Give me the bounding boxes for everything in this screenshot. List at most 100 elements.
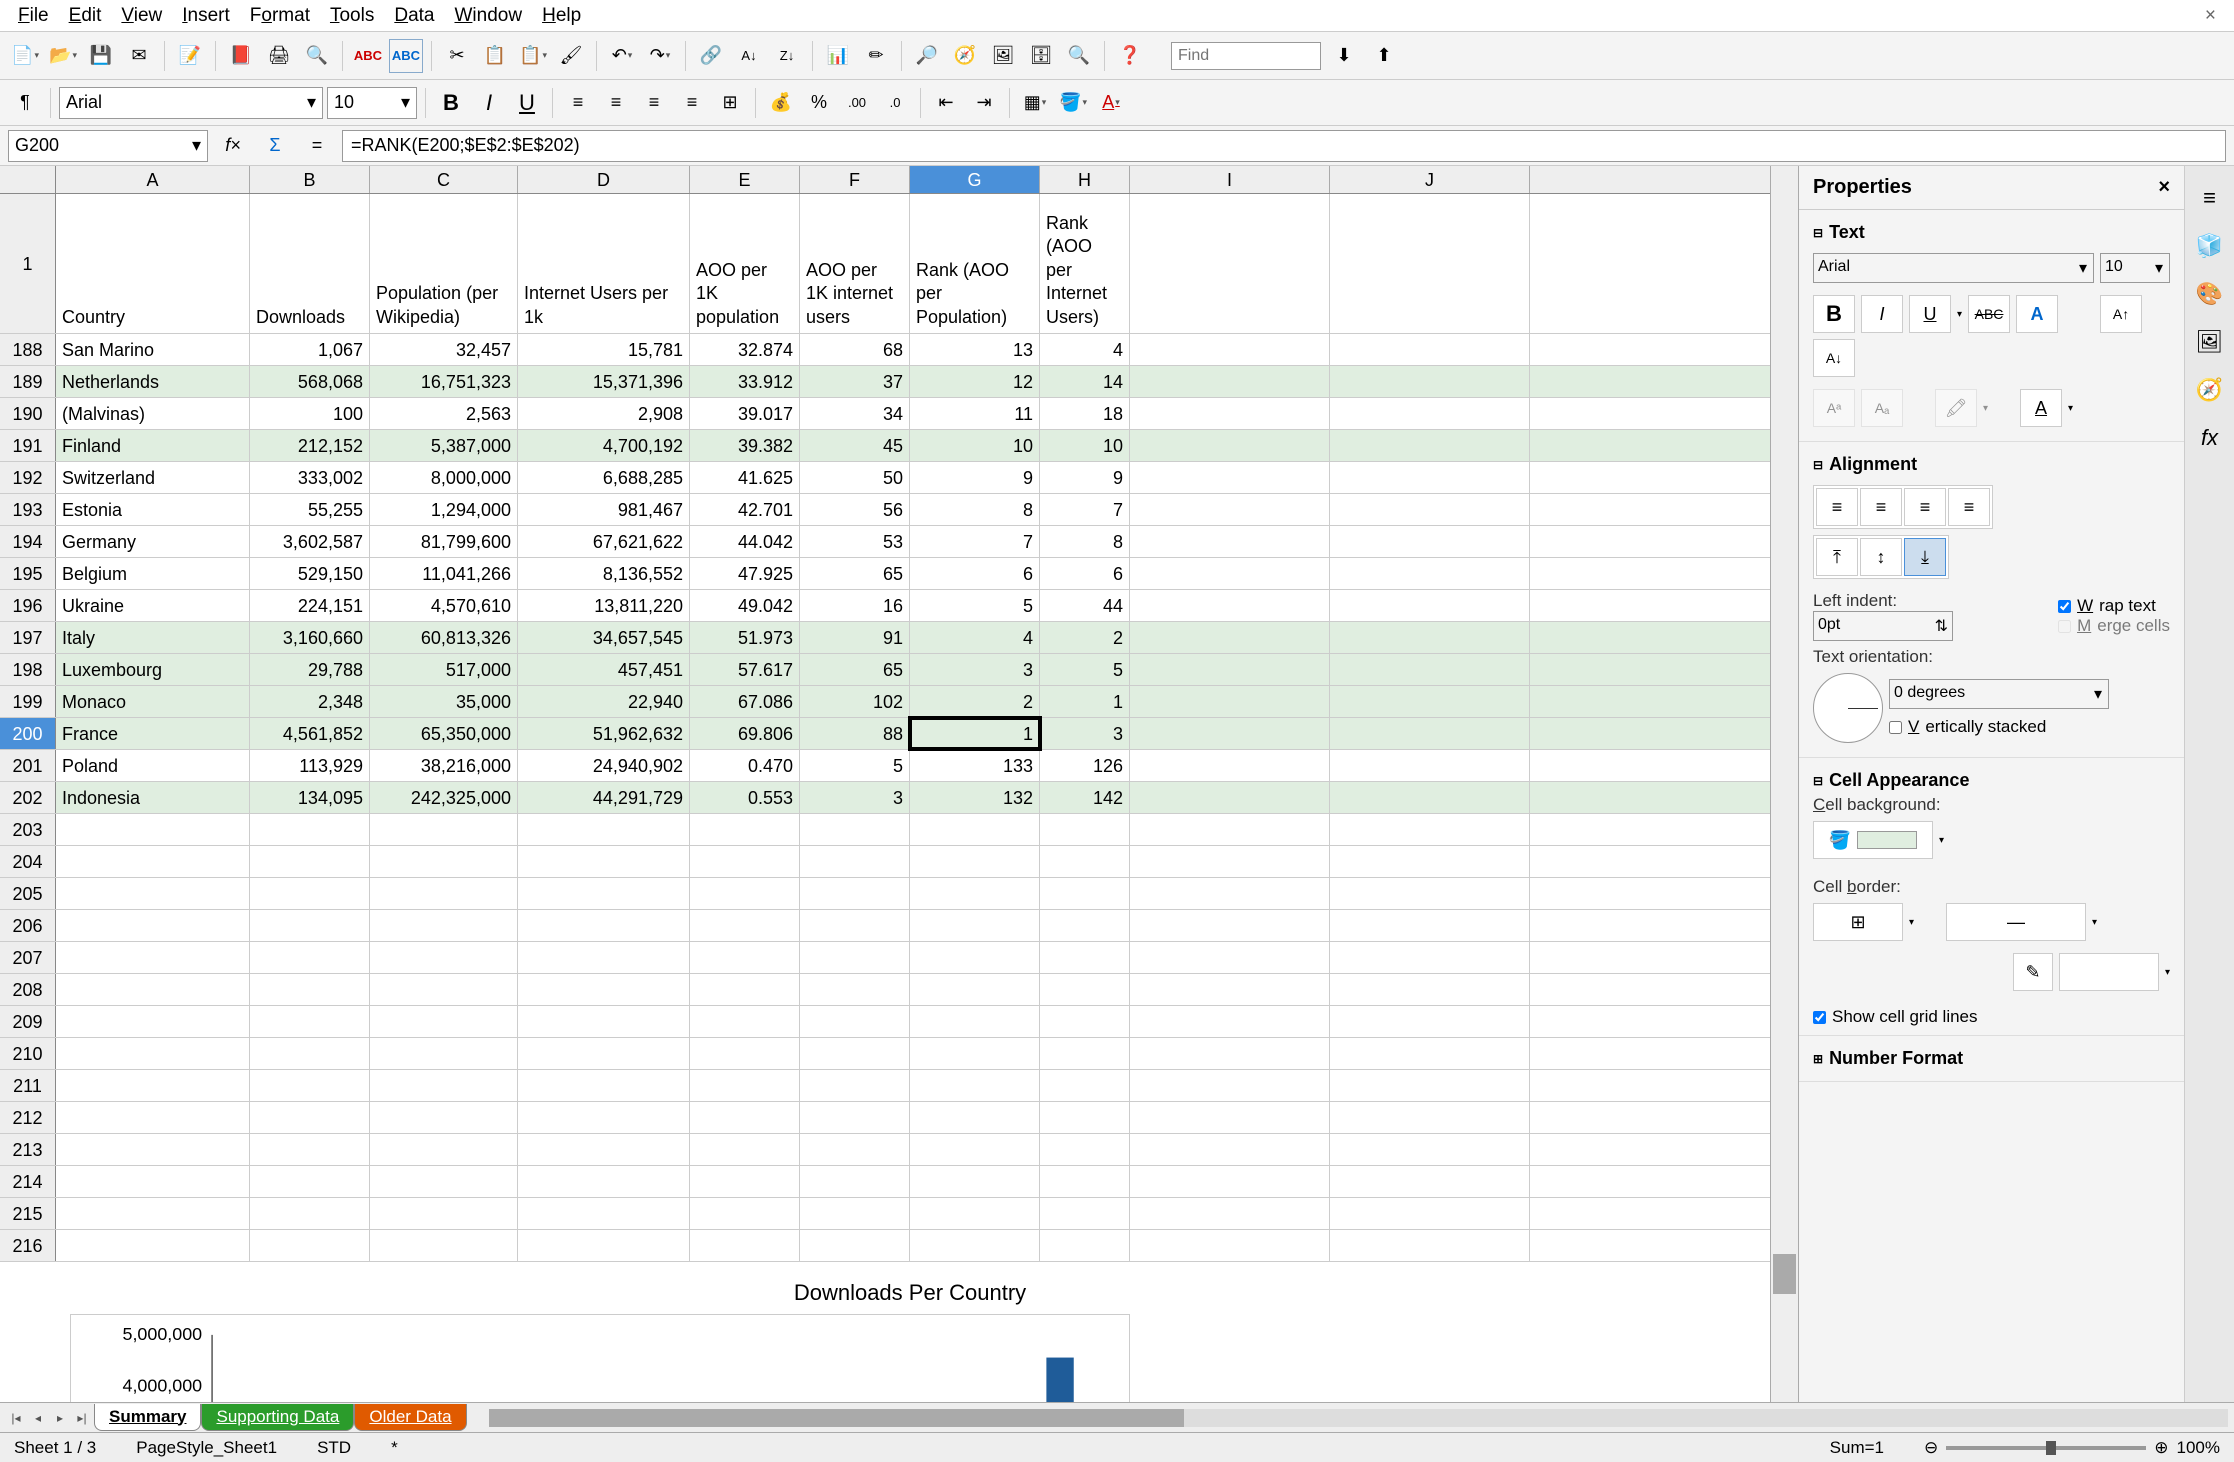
column-header-B[interactable]: B [250, 166, 370, 193]
sum-button[interactable]: Σ [258, 129, 292, 163]
cell-D202[interactable]: 44,291,729 [518, 782, 690, 813]
cell-G212[interactable] [910, 1102, 1040, 1133]
cell-I188[interactable] [1130, 334, 1330, 365]
row-header-207[interactable]: 207 [0, 942, 56, 973]
row-header-1[interactable]: 1 [0, 194, 56, 333]
cell-F200[interactable]: 88 [800, 718, 910, 749]
indent-spinner[interactable]: 0pt⇅ [1813, 611, 1953, 641]
sidebar-switch-icon[interactable]: ≡ [2192, 180, 2228, 216]
cell-F191[interactable]: 45 [800, 430, 910, 461]
menu-window[interactable]: Window [444, 1, 532, 31]
cell-I200[interactable] [1130, 718, 1330, 749]
cell-D203[interactable] [518, 814, 690, 845]
page-style-label[interactable]: PageStyle_Sheet1 [136, 1438, 277, 1458]
cell-C190[interactable]: 2,563 [370, 398, 518, 429]
spreadsheet-grid[interactable]: ABCDEFGHIJ1CountryDownloadsPopulation (p… [0, 166, 1770, 1402]
orientation-dial[interactable] [1813, 673, 1883, 743]
cell-G196[interactable]: 5 [910, 590, 1040, 621]
cell-B212[interactable] [250, 1102, 370, 1133]
sort-asc-button[interactable]: A↓ [732, 39, 766, 73]
sb-valign-bottom[interactable]: ⤓ [1904, 538, 1946, 576]
cell-A190[interactable]: (Malvinas) [56, 398, 250, 429]
cell-J207[interactable] [1330, 942, 1530, 973]
cell-E199[interactable]: 67.086 [690, 686, 800, 717]
row-header-206[interactable]: 206 [0, 910, 56, 941]
cell-A214[interactable] [56, 1166, 250, 1197]
cell-F194[interactable]: 53 [800, 526, 910, 557]
cell-G197[interactable]: 4 [910, 622, 1040, 653]
cell-F207[interactable] [800, 942, 910, 973]
cell-D199[interactable]: 22,940 [518, 686, 690, 717]
cell-D215[interactable] [518, 1198, 690, 1229]
cell-A213[interactable] [56, 1134, 250, 1165]
redo-button[interactable]: ↷ [643, 39, 677, 73]
column-header-A[interactable]: A [56, 166, 250, 193]
header-cell[interactable]: Population (per Wikipedia) [370, 194, 518, 333]
cell-H206[interactable] [1040, 910, 1130, 941]
menu-format[interactable]: Format [240, 1, 320, 31]
row-header-195[interactable]: 195 [0, 558, 56, 589]
cell-D193[interactable]: 981,467 [518, 494, 690, 525]
print-button[interactable]: 🖨 [262, 39, 296, 73]
copy-button[interactable]: 📋 [478, 39, 512, 73]
cell-I193[interactable] [1130, 494, 1330, 525]
cell-C198[interactable]: 517,000 [370, 654, 518, 685]
cell-E203[interactable] [690, 814, 800, 845]
row-header-188[interactable]: 188 [0, 334, 56, 365]
cell-G209[interactable] [910, 1006, 1040, 1037]
cell-B204[interactable] [250, 846, 370, 877]
cell-E200[interactable]: 69.806 [690, 718, 800, 749]
row-header-193[interactable]: 193 [0, 494, 56, 525]
horizontal-scrollbar[interactable] [489, 1409, 2228, 1427]
cell-D213[interactable] [518, 1134, 690, 1165]
header-cell[interactable]: AOO per 1K population [690, 194, 800, 333]
row-header-200[interactable]: 200 [0, 718, 56, 749]
cell-A194[interactable]: Germany [56, 526, 250, 557]
column-header-H[interactable]: H [1040, 166, 1130, 193]
cell-G216[interactable] [910, 1230, 1040, 1261]
accept-formula-button[interactable]: = [300, 129, 334, 163]
cell-A192[interactable]: Switzerland [56, 462, 250, 493]
cell-J195[interactable] [1330, 558, 1530, 589]
cell-B190[interactable]: 100 [250, 398, 370, 429]
cell-B206[interactable] [250, 910, 370, 941]
cell-E198[interactable]: 57.617 [690, 654, 800, 685]
cell-F215[interactable] [800, 1198, 910, 1229]
header-cell[interactable]: Internet Users per 1k [518, 194, 690, 333]
cell-H189[interactable]: 14 [1040, 366, 1130, 397]
cell-H194[interactable]: 8 [1040, 526, 1130, 557]
cell-B188[interactable]: 1,067 [250, 334, 370, 365]
spellcheck-button[interactable]: ABC [351, 39, 385, 73]
cell-B189[interactable]: 568,068 [250, 366, 370, 397]
cell-G203[interactable] [910, 814, 1040, 845]
cell-B205[interactable] [250, 878, 370, 909]
edit-mode-button[interactable]: 📝 [173, 39, 207, 73]
cell-J206[interactable] [1330, 910, 1530, 941]
align-right-button[interactable]: ≡ [637, 86, 671, 120]
cell-B199[interactable]: 2,348 [250, 686, 370, 717]
row-header-189[interactable]: 189 [0, 366, 56, 397]
cell-I195[interactable] [1130, 558, 1330, 589]
find-next-button[interactable]: ⬇ [1327, 39, 1361, 73]
styles-button[interactable]: ¶ [8, 86, 42, 120]
export-pdf-button[interactable]: 📕 [224, 39, 258, 73]
cell-I207[interactable] [1130, 942, 1330, 973]
header-cell[interactable] [1130, 194, 1330, 333]
cell-E195[interactable]: 47.925 [690, 558, 800, 589]
cell-J213[interactable] [1330, 1134, 1530, 1165]
cell-H201[interactable]: 126 [1040, 750, 1130, 781]
cell-E210[interactable] [690, 1038, 800, 1069]
currency-button[interactable]: 💰 [764, 86, 798, 120]
cell-G208[interactable] [910, 974, 1040, 1005]
column-header-F[interactable]: F [800, 166, 910, 193]
sb-bold-button[interactable]: B [1813, 295, 1855, 333]
cell-G191[interactable]: 10 [910, 430, 1040, 461]
cell-I194[interactable] [1130, 526, 1330, 557]
cell-J210[interactable] [1330, 1038, 1530, 1069]
gridlines-checkbox[interactable] [1813, 1011, 1826, 1024]
row-header-190[interactable]: 190 [0, 398, 56, 429]
cell-H212[interactable] [1040, 1102, 1130, 1133]
cell-E207[interactable] [690, 942, 800, 973]
cell-A200[interactable]: France [56, 718, 250, 749]
sb-halign-center[interactable]: ≡ [1860, 488, 1902, 526]
